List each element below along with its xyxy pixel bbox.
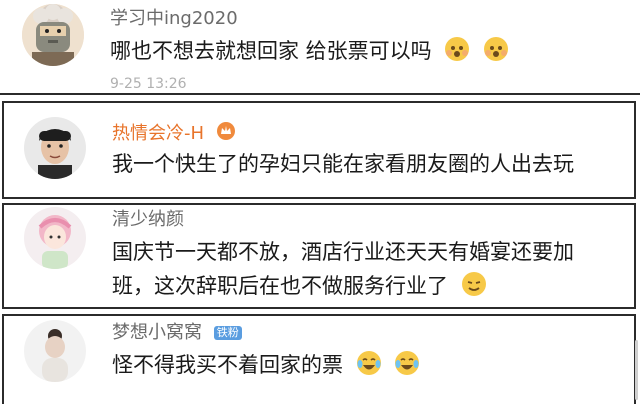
comment-text: 我一个快生了的孕妇只能在家看朋友圈的人出去玩 (112, 152, 574, 176)
username-text: 热情会冷-H (112, 123, 205, 144)
comment-card: 梦想小窝窝 铁粉 怪不得我买不着回家的票 (2, 314, 636, 404)
comment-text-line: 班，这次辞职后在也不做服务行业了 (112, 271, 487, 305)
comment-text: 怪不得我买不着回家的票 (112, 350, 420, 384)
comment-text-content: 班，这次辞职后在也不做服务行业了 (112, 274, 448, 298)
smirk-emoji (461, 271, 487, 305)
avatar[interactable] (24, 207, 86, 269)
sweat-smile-emoji (483, 36, 509, 70)
laugh-cry-emoji (394, 350, 420, 384)
avatar[interactable] (24, 117, 86, 179)
laugh-cry-emoji (356, 350, 382, 384)
fan-badge: 铁粉 (213, 326, 242, 340)
username[interactable]: 学习中ing2020 (110, 8, 238, 30)
comment-card: 热情会冷-H 我一个快生了的孕妇只能在家看朋友圈的人出去玩 (2, 101, 636, 199)
vip-crown-icon (216, 121, 236, 147)
comment-text-line: 国庆节一天都不放，酒店行业还天天有婚宴还要加 (112, 240, 574, 264)
comment-card: 学习中ing2020 哪也不想去就想回家 给张票可以吗 9-25 13:26 (0, 0, 640, 92)
avatar[interactable] (24, 320, 86, 382)
username[interactable]: 梦想小窝窝 铁粉 (112, 322, 242, 344)
avatar[interactable] (22, 4, 84, 66)
sweat-smile-emoji (444, 36, 470, 70)
scrollbar[interactable] (635, 340, 638, 400)
comment-text-content: 怪不得我买不着回家的票 (112, 353, 343, 377)
divider (0, 93, 640, 95)
comment-text: 哪也不想去就想回家 给张票可以吗 (110, 36, 509, 70)
comment-card: 清少纳颜 国庆节一天都不放，酒店行业还天天有婚宴还要加 班，这次辞职后在也不做服… (2, 203, 636, 309)
timestamp: 9-25 13:26 (110, 76, 187, 92)
comment-text-content: 哪也不想去就想回家 给张票可以吗 (110, 39, 432, 63)
username-text: 梦想小窝窝 (112, 322, 202, 343)
username[interactable]: 热情会冷-H (112, 121, 236, 147)
username[interactable]: 清少纳颜 (112, 209, 184, 231)
